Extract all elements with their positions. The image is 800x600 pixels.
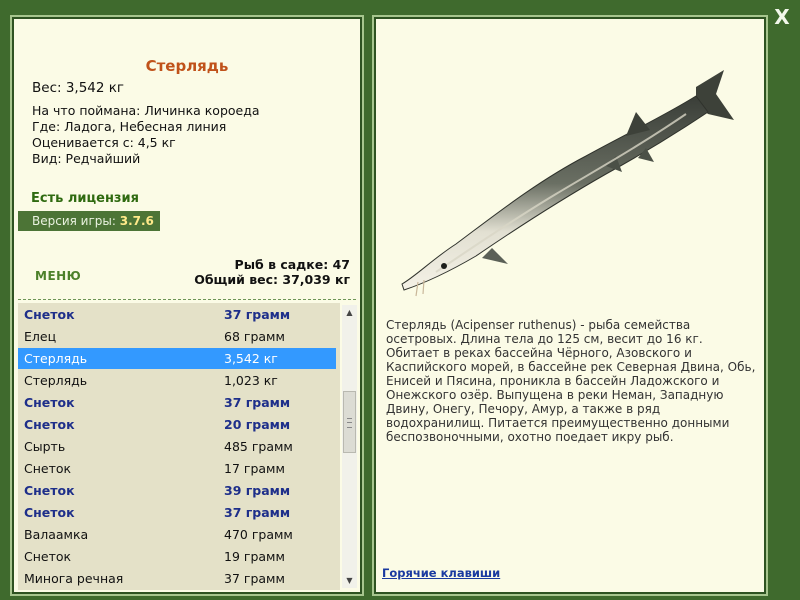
row-fish-weight: 485 грамм bbox=[224, 439, 293, 454]
row-fish-weight: 20 грамм bbox=[224, 417, 291, 432]
scroll-thumb[interactable] bbox=[343, 391, 356, 453]
row-fish-name: Минога речная bbox=[24, 571, 124, 586]
row-fish-weight: 17 грамм bbox=[224, 461, 285, 476]
fish-description-panel: Стерлядь (Acipenser ruthenus) - рыба сем… bbox=[372, 15, 768, 596]
table-row[interactable]: Елец 68 грамм bbox=[18, 326, 336, 347]
fish-list[interactable]: Снеток 37 грамм Елец 68 грамм Стерлядь 3,542 … bbox=[18, 303, 340, 590]
trophy-threshold: Оценивается с: 4,5 кг bbox=[32, 135, 176, 150]
row-fish-name: Снеток bbox=[24, 417, 75, 432]
list-scrollbar[interactable]: ▲ ▼ bbox=[342, 305, 357, 588]
scroll-up-arrow-icon[interactable]: ▲ bbox=[342, 305, 357, 320]
cage-total-weight: Общий вес: 37,039 кг bbox=[194, 272, 350, 287]
scroll-down-arrow-icon[interactable]: ▼ bbox=[342, 573, 357, 588]
table-row-selected[interactable]: Стерлядь 3,542 кг bbox=[18, 348, 336, 369]
row-fish-weight: 37 грамм bbox=[224, 395, 291, 410]
menu-button[interactable]: МЕНЮ bbox=[35, 269, 81, 283]
cage-fish-count: Рыб в садке: 47 bbox=[234, 257, 350, 272]
table-row[interactable]: Валаамка 470 грамм bbox=[18, 524, 336, 545]
table-row[interactable]: Минога речная 37 грамм bbox=[18, 568, 336, 589]
row-fish-weight: 470 грамм bbox=[224, 527, 293, 542]
fish-description: Стерлядь (Acipenser ruthenus) - рыба сем… bbox=[386, 318, 756, 444]
row-fish-name: Снеток bbox=[24, 395, 75, 410]
version-bar: Версия игры: 3.7.6 bbox=[18, 211, 160, 231]
row-fish-weight: 37 грамм bbox=[224, 505, 291, 520]
catch-bait: На что поймана: Личинка короеда bbox=[32, 103, 260, 118]
row-fish-name: Сырть bbox=[24, 439, 66, 454]
divider bbox=[18, 299, 356, 300]
license-status: Есть лицензия bbox=[31, 191, 139, 206]
row-fish-name: Снеток bbox=[24, 307, 75, 322]
table-row[interactable]: Снеток 37 грамм bbox=[18, 304, 336, 325]
row-fish-name: Снеток bbox=[24, 549, 72, 564]
row-fish-name: Снеток bbox=[24, 483, 75, 498]
close-button[interactable]: X bbox=[770, 5, 794, 29]
scroll-grip-icon bbox=[347, 418, 352, 428]
catch-summary: Стерлядь Вес: 3,542 кг На что поймана: Л… bbox=[18, 23, 356, 301]
row-fish-name: Снеток bbox=[24, 461, 72, 476]
row-fish-weight: 3,542 кг bbox=[224, 351, 278, 366]
sterlet-fish-illustration bbox=[401, 70, 734, 297]
table-row[interactable]: Снеток 37 грамм bbox=[18, 392, 336, 413]
row-fish-name: Елец bbox=[24, 329, 57, 344]
row-fish-name: Стерлядь bbox=[24, 373, 88, 388]
version-value: 3.7.6 bbox=[119, 214, 154, 228]
row-fish-name: Стерлядь bbox=[24, 351, 88, 366]
rarity: Вид: Редчайший bbox=[32, 151, 141, 166]
table-row[interactable]: Снеток 37 грамм bbox=[18, 502, 336, 523]
row-fish-name: Валаамка bbox=[24, 527, 89, 542]
row-fish-weight: 37 грамм bbox=[224, 571, 285, 586]
row-fish-weight: 39 грамм bbox=[224, 483, 291, 498]
table-row[interactable]: Сырть 485 грамм bbox=[18, 436, 336, 457]
catch-location: Где: Ладога, Небесная линия bbox=[32, 119, 227, 134]
table-row[interactable]: Снеток 39 грамм bbox=[18, 480, 336, 501]
table-row[interactable]: Снеток 20 грамм bbox=[18, 414, 336, 435]
hotkeys-link[interactable]: Горячие клавиши bbox=[382, 566, 500, 580]
fish-info-panel: Стерлядь Вес: 3,542 кг На что поймана: Л… bbox=[10, 15, 364, 596]
row-fish-weight: 68 грамм bbox=[224, 329, 285, 344]
fish-name: Стерлядь bbox=[145, 57, 229, 75]
row-fish-name: Снеток bbox=[24, 505, 75, 520]
fish-weight: Вес: 3,542 кг bbox=[32, 80, 125, 96]
table-row[interactable]: Стерлядь 1,023 кг bbox=[18, 370, 336, 391]
row-fish-weight: 19 грамм bbox=[224, 549, 285, 564]
table-row[interactable]: Снеток 17 грамм bbox=[18, 458, 336, 479]
table-row[interactable]: Снеток 19 грамм bbox=[18, 546, 336, 567]
row-fish-weight: 1,023 кг bbox=[224, 373, 278, 388]
version-label: Версия игры: bbox=[32, 214, 116, 228]
row-fish-weight: 37 грамм bbox=[224, 307, 291, 322]
